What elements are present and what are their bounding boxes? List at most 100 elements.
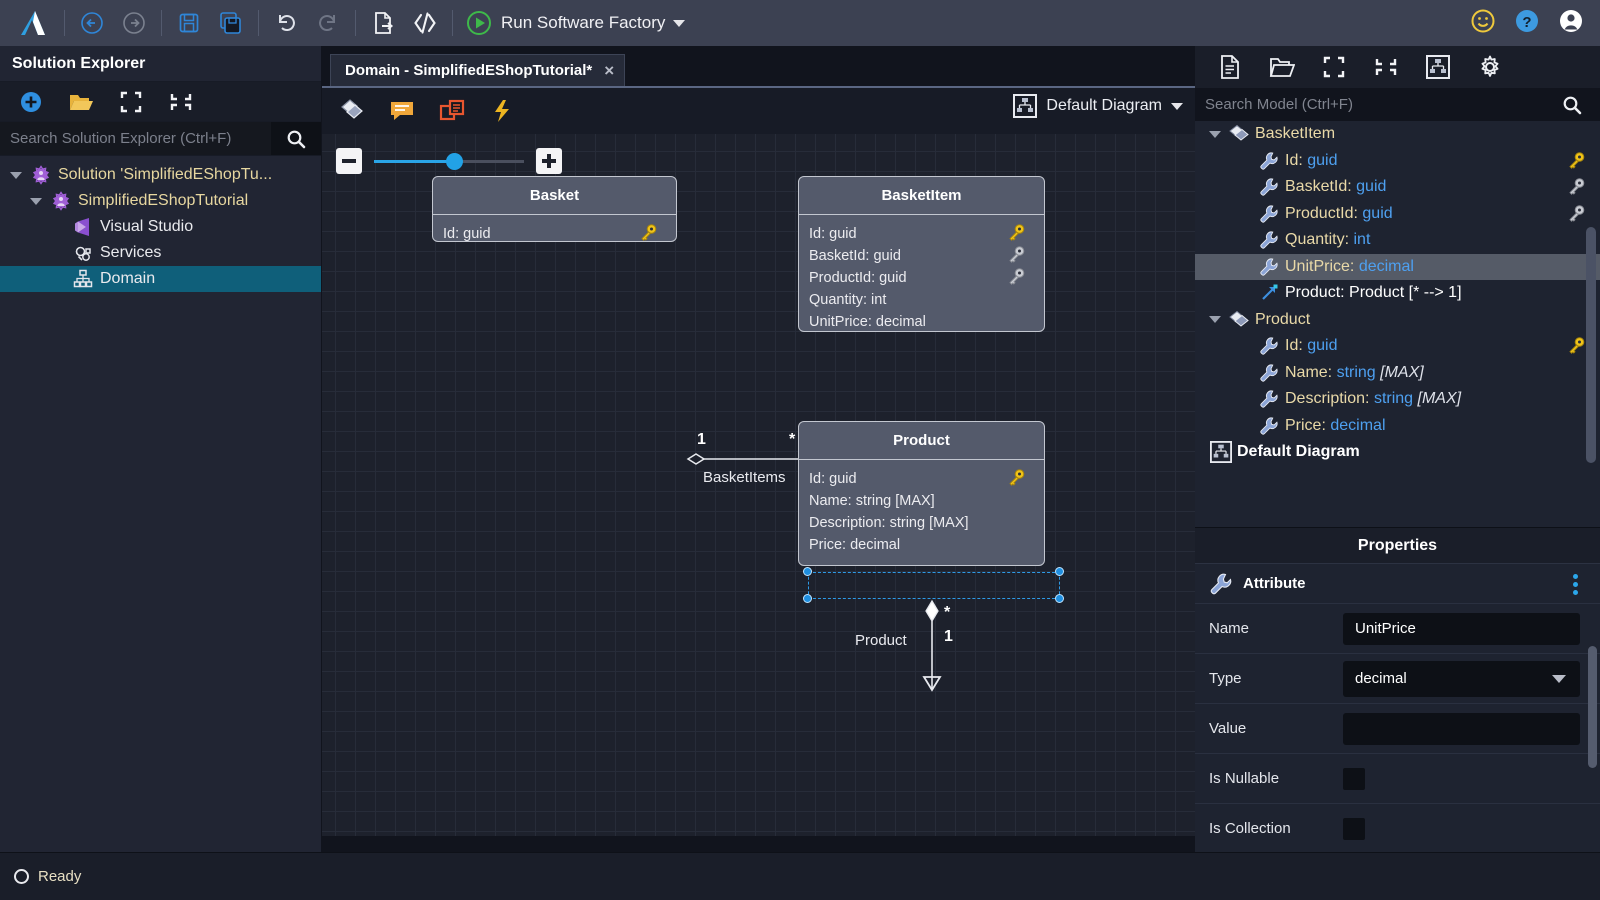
entity-attribute[interactable]: BasketId: guid — [809, 245, 1034, 267]
name-field[interactable] — [1343, 612, 1580, 645]
feedback-button[interactable] — [1470, 8, 1496, 39]
add-new-button[interactable] — [12, 85, 50, 119]
model-tree-item[interactable]: Price: decimal — [1195, 413, 1600, 440]
save-all-button[interactable] — [210, 2, 252, 44]
sidebar-item-simplifiedeshoptutorial[interactable]: SimplifiedEShopTutorial — [0, 188, 321, 214]
more-options-icon[interactable] — [1573, 574, 1578, 595]
type-select[interactable]: decimal — [1343, 660, 1580, 697]
model-tree-item[interactable]: Product — [1195, 307, 1600, 334]
entity-title: Product — [799, 422, 1044, 460]
add-entity-button[interactable] — [330, 91, 374, 131]
entity-attribute[interactable]: UnitPrice: decimal — [809, 311, 1034, 333]
diagram-button[interactable] — [1415, 49, 1461, 85]
open-model-button[interactable] — [1259, 49, 1305, 85]
sidebar-item-services[interactable]: Services — [0, 240, 321, 266]
property-field: decimal — [1343, 660, 1600, 697]
model-tree-item[interactable]: BasketId: guid — [1195, 174, 1600, 201]
selection-handle[interactable] — [1055, 594, 1064, 603]
expand-all-button[interactable] — [112, 85, 150, 119]
model-tree-item[interactable]: Description: string [MAX] — [1195, 386, 1600, 413]
add-enum-button[interactable] — [430, 91, 474, 131]
forward-button[interactable] — [113, 2, 155, 44]
search-icon[interactable] — [271, 122, 321, 155]
new-model-button[interactable] — [1207, 49, 1253, 85]
tree-expander-icon[interactable] — [10, 171, 22, 179]
tree-expander-icon[interactable] — [1209, 130, 1221, 138]
zoom-slider[interactable] — [374, 152, 524, 170]
canvas-horizontal-scrollbar[interactable] — [322, 836, 1195, 845]
add-comment-button[interactable] — [380, 91, 424, 131]
model-tree-item[interactable]: Id: guid — [1195, 148, 1600, 175]
relationship-label[interactable]: Product — [855, 632, 907, 649]
entity-attribute[interactable]: Id: guid — [443, 223, 666, 245]
run-software-factory-button[interactable]: Run Software Factory — [459, 2, 695, 44]
close-icon[interactable]: × — [604, 61, 614, 81]
tree-expander-icon[interactable] — [1209, 316, 1221, 324]
chevron-down-icon[interactable] — [1171, 102, 1183, 110]
export-button[interactable] — [362, 2, 404, 44]
model-tree-item[interactable]: Quantity: int — [1195, 227, 1600, 254]
model-tree-item[interactable]: BasketItem — [1195, 121, 1600, 148]
help-button[interactable]: ? — [1514, 8, 1540, 39]
search-model-input[interactable] — [1195, 88, 1544, 121]
code-button[interactable] — [404, 2, 446, 44]
selection-handle[interactable] — [1055, 567, 1064, 576]
quick-actions-button[interactable] — [480, 91, 524, 131]
model-tree-item[interactable]: Id: guid — [1195, 333, 1600, 360]
chevron-down-icon[interactable] — [1552, 674, 1566, 683]
selection-handle[interactable] — [803, 567, 812, 576]
collapse-all-button[interactable] — [1363, 49, 1409, 85]
chevron-down-icon[interactable] — [673, 19, 686, 27]
model-tree-item[interactable]: ProductId: guid — [1195, 201, 1600, 228]
tree-expander-icon[interactable] — [30, 197, 42, 205]
entity-attribute[interactable]: Id: guid — [809, 223, 1034, 245]
sidebar-item-visual-studio[interactable]: Visual Studio — [0, 214, 321, 240]
is-nullable-checkbox[interactable] — [1343, 767, 1365, 790]
expand-all-button[interactable] — [1311, 49, 1357, 85]
settings-button[interactable] — [1467, 49, 1513, 85]
entity-attribute[interactable]: Price: decimal — [809, 534, 1034, 556]
sidebar-item-domain[interactable]: Domain — [0, 266, 321, 292]
model-explorer-toolbar — [1195, 46, 1600, 88]
entity-box-basketitem[interactable]: BasketItem Id: guid BasketId: guid ProductI… — [798, 176, 1045, 332]
key-icon — [1566, 151, 1586, 176]
is-collection-checkbox[interactable] — [1343, 817, 1365, 840]
entity-box-product[interactable]: Product Id: guid Name: string [MAX] Descrip… — [798, 421, 1045, 566]
entity-attribute[interactable]: ProductId: guid — [809, 267, 1034, 289]
sidebar-item-label: Solution 'SimplifiedEShopTu... — [58, 166, 273, 183]
entity-attribute[interactable]: Description: string [MAX] — [809, 512, 1034, 534]
search-icon[interactable] — [1544, 88, 1600, 121]
value-field[interactable] — [1343, 712, 1580, 745]
diagram-selector[interactable]: Default Diagram — [1013, 94, 1183, 118]
model-tree-item[interactable]: UnitPrice: decimal — [1195, 253, 1600, 280]
model-tree-item[interactable]: Product: Product [* --> 1] — [1195, 280, 1600, 307]
undo-button[interactable] — [265, 2, 307, 44]
zoom-out-button[interactable] — [336, 148, 362, 174]
back-button[interactable] — [71, 2, 113, 44]
relationship-label[interactable]: BasketItems — [703, 469, 786, 486]
attribute-selection-box[interactable] — [808, 572, 1060, 599]
selection-handle[interactable] — [803, 594, 812, 603]
model-attribute-type: guid — [1362, 204, 1393, 222]
save-button[interactable] — [168, 2, 210, 44]
entity-attribute[interactable]: Id: guid — [809, 468, 1034, 490]
collapse-all-button[interactable] — [162, 85, 200, 119]
sidebar-item-label: SimplifiedEShopTutorial — [78, 192, 249, 209]
entity-box-basket[interactable]: Basket Id: guid — [432, 176, 677, 242]
open-folder-button[interactable] — [62, 85, 100, 119]
enum-icon — [439, 99, 465, 121]
zoom-in-button[interactable] — [536, 148, 562, 174]
search-solution-input[interactable] — [0, 122, 271, 155]
model-tree-item[interactable]: Name: string [MAX] — [1195, 360, 1600, 387]
zoom-slider-handle[interactable] — [446, 152, 463, 170]
properties-scrollbar[interactable] — [1588, 646, 1597, 768]
tab-domain[interactable]: Domain - SimplifiedEShopTutorial* × — [330, 54, 626, 86]
model-tree-item[interactable]: Default Diagram — [1195, 439, 1600, 466]
entity-attribute[interactable]: Name: string [MAX] — [809, 490, 1034, 512]
entity-attribute[interactable]: Quantity: int — [809, 289, 1034, 311]
model-tree-scrollbar[interactable] — [1586, 227, 1596, 463]
diagram-canvas[interactable]: Basket Id: guid BasketItem Id: guid BasketId… — [322, 134, 1195, 845]
sidebar-item-solution-simplifiedeshoptu[interactable]: Solution 'SimplifiedEShopTu... — [0, 162, 321, 188]
redo-button[interactable] — [307, 2, 349, 44]
account-button[interactable] — [1558, 8, 1584, 39]
